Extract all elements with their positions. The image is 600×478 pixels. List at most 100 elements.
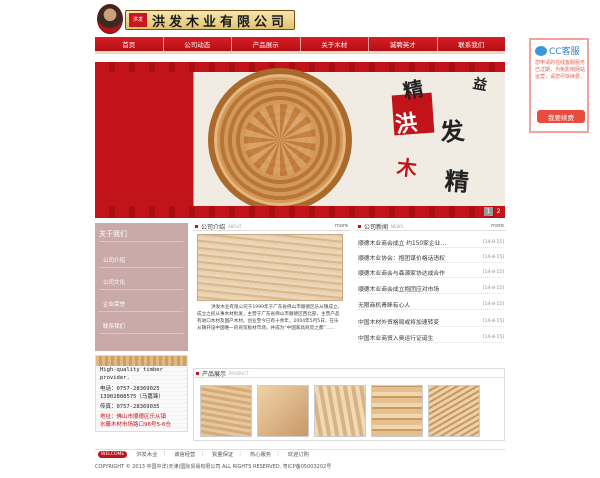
news-item[interactable]: 中国木业商贸入奥运行证诞生 [14-8-15] (358, 333, 504, 343)
footer-link[interactable]: 質量保证 (212, 450, 233, 458)
news-subtitle: NEWS (391, 223, 404, 229)
news-item[interactable]: 顺德木业商会成立抱团应对市场 [14-8-15] (358, 284, 504, 294)
contact-card: High-quality timber provider. 电话：0757-28… (95, 355, 188, 432)
hero-banner: 洪 木 发 精 精 益 1 2 (95, 62, 505, 218)
contact-fax: 传真：0757-28369035 (100, 404, 160, 410)
company-intro-section: 公司介绍 ABOUT more 洪发木业有限公司于1999年于广东省佛山市顺德区… (193, 222, 350, 362)
about-link-culture[interactable]: 公司文化 (103, 278, 125, 286)
products-subtitle: PRODUCT (229, 370, 249, 376)
product-thumbnail[interactable] (200, 385, 252, 437)
cc-header: CC客服 (535, 44, 580, 57)
news-item[interactable]: 中国木材外贸格局或将加速转变 [14-8-15] (358, 317, 504, 327)
site-header: 洪发 洪发木业有限公司 (95, 2, 505, 36)
news-item[interactable]: 无限商机青睐有心人 [14-8-15] (358, 300, 504, 310)
founder-portrait (97, 4, 123, 34)
calligraphy-char: 发 (438, 115, 466, 148)
cloud-icon (535, 45, 547, 56)
carving-center (244, 104, 316, 176)
main-nav: 首页 公司动态 产品展示 关于木材 诚聘英才 联系我们 (95, 37, 505, 51)
separator: | (277, 451, 279, 457)
footer-link[interactable]: 热心服务 (250, 450, 271, 458)
welcome-badge: WELCOME (98, 450, 128, 458)
product-thumbnail[interactable] (257, 385, 309, 437)
news-item[interactable]: 顺德木业协会：抱团谋价格话语权 [14-8-15] (358, 253, 504, 263)
separator: | (201, 451, 203, 457)
news-item[interactable]: 顺德木业商会成立 约150家企业… [14-8-15] (358, 238, 504, 248)
divider (99, 289, 183, 290)
news-item[interactable]: 顺德木业商会与森源家协达成合作 [14-8-15] (358, 268, 504, 278)
product-thumbnail[interactable] (371, 385, 423, 437)
news-item-title: 顺德木业商会成立 约150家企业… (358, 241, 447, 247)
news-item-date: [14-8-15] (482, 302, 504, 307)
calligraphy-char: 木 (395, 155, 419, 181)
renew-button[interactable]: 我要续费 (537, 110, 585, 123)
contact-phone: 电话：0757-28369025 (100, 386, 160, 392)
intro-subtitle: ABOUT (228, 223, 242, 229)
wood-carving-image (208, 68, 352, 212)
banner-page-1[interactable]: 1 (484, 207, 493, 216)
news-item-date: [14-8-15] (482, 286, 504, 291)
about-link-contact[interactable]: 联系我们 (103, 322, 125, 330)
divider (99, 333, 183, 334)
news-item-date: [14-8-15] (482, 270, 504, 275)
contact-mobile: 13902808575（马嘉锋） (100, 394, 164, 400)
products-header: 产品展示 PRODUCT (194, 369, 504, 378)
company-logo[interactable]: 洪发 洪发木业有限公司 (125, 10, 295, 30)
nav-divider (95, 51, 505, 54)
calligraphy-char: 精 (443, 166, 470, 197)
nav-careers[interactable]: 诚聘英才 (369, 37, 438, 51)
news-item-date: [14-8-15] (482, 240, 504, 245)
separator: | (163, 451, 166, 457)
intro-more-link[interactable]: more (335, 223, 348, 229)
banner-bottom-border (95, 206, 505, 218)
cc-service-widget: CC客服 您申请的在线客服服务已过期，为免影响网站运营，请您尽快续费。 我要续费 (529, 38, 589, 133)
news-item-title: 无限商机青睐有心人 (358, 303, 411, 309)
products-title: 产品展示 (202, 370, 227, 378)
banner-pager: 1 2 (484, 207, 503, 216)
nav-company-news[interactable]: 公司动态 (164, 37, 232, 51)
news-item-title: 中国木业商贸入奥运行证诞生 (358, 336, 434, 342)
nav-about-timber[interactable]: 关于木材 (301, 37, 369, 51)
separator: | (239, 451, 241, 457)
timber-photo (197, 234, 343, 301)
divider (99, 311, 183, 312)
news-item-date: [14-8-15] (482, 255, 504, 260)
contact-tagline: High-quality timber (100, 367, 163, 373)
news-item-date: [14-8-15] (482, 335, 504, 340)
nav-home[interactable]: 首页 (95, 37, 164, 51)
cc-title: CC客服 (549, 47, 580, 57)
footer-link[interactable]: 诚信经营 (174, 450, 195, 458)
copyright-text: COPYRIGHT © 2013 中国中洋(天津)国际贸易有限公司 ALL RI… (95, 464, 332, 470)
nav-contact[interactable]: 联系我们 (438, 37, 506, 51)
news-more-link[interactable]: more (491, 223, 504, 229)
banner-page-2[interactable]: 2 (494, 207, 503, 216)
divider (99, 267, 183, 268)
about-link-honors[interactable]: 企业荣誉 (103, 300, 125, 308)
news-item-date: [14-8-15] (482, 319, 504, 324)
product-thumbnail[interactable] (428, 385, 480, 437)
product-showcase: 产品展示 PRODUCT (193, 368, 505, 441)
about-link-company-intro[interactable]: 公司介绍 (103, 256, 125, 264)
intro-text: 洪发木业有限公司于1999年于广东省佛山市顺德区乐从镇成立，成立之初从事木材批发… (197, 305, 343, 331)
news-item-title: 顺德木业商会与森源家协达成合作 (358, 271, 445, 277)
contact-address: 水藤木材市场路口96号5-6仓 (100, 422, 171, 428)
company-name: 洪发木业有限公司 (152, 14, 289, 30)
bullet-icon (195, 224, 198, 228)
cc-expired-notice: 您申请的在线客服服务已过期，为免影响网站运营，请您尽快续费。 (535, 60, 586, 80)
contact-tagline: provider. (100, 375, 130, 381)
logo-seal: 洪发 (129, 13, 147, 27)
intro-header: 公司介绍 ABOUT more (193, 222, 350, 231)
footer-link[interactable]: 欢迎订购 (288, 450, 309, 458)
bullet-icon (358, 224, 361, 228)
contact-address: 地址：佛山市顺德区乐从镇 (100, 414, 167, 420)
intro-title: 公司介绍 (201, 223, 226, 231)
divider (99, 241, 183, 242)
nav-products[interactable]: 产品展示 (232, 37, 301, 51)
news-header: 公司新闻 NEWS more (356, 222, 506, 231)
company-news-section: 公司新闻 NEWS more 顺德木业商会成立 约150家企业… [14-8-1… (356, 222, 506, 362)
calligraphy-char: 洪 (393, 109, 419, 139)
footer-links: WELCOME 洪发木业 | 诚信经营 | 質量保证 | 热心服务 | 欢迎订购 (95, 449, 505, 458)
product-thumbnail[interactable] (314, 385, 366, 437)
footer-link[interactable]: 洪发木业 (136, 450, 157, 458)
bullet-icon (196, 371, 199, 375)
